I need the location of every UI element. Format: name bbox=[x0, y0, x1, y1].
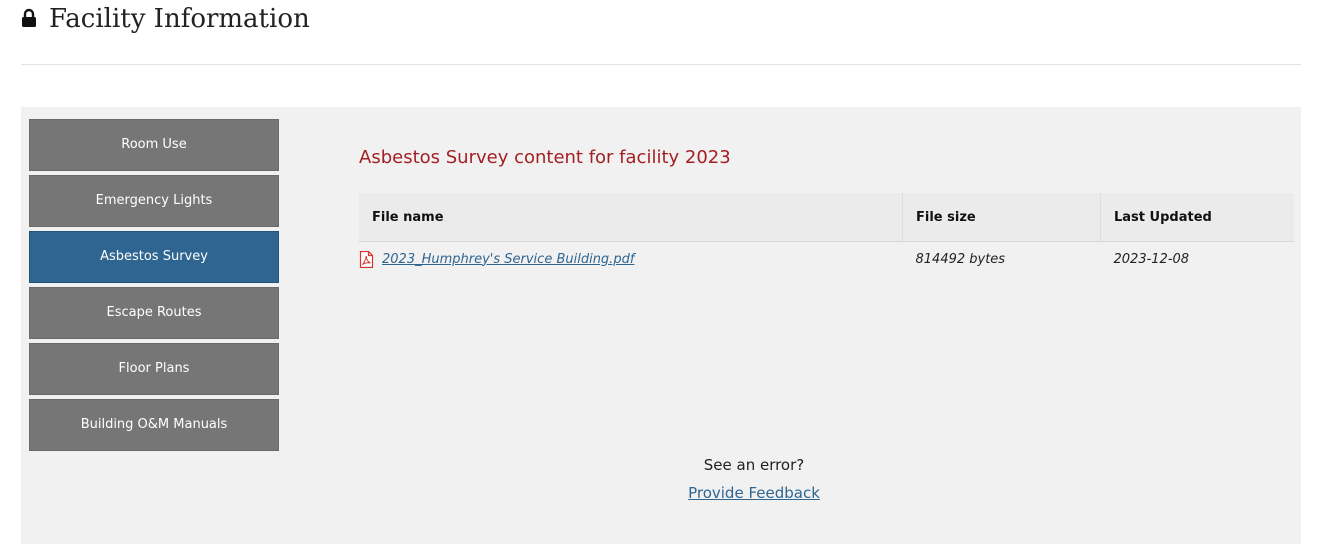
facility-panel: Room Use Emergency Lights Asbestos Surve… bbox=[21, 107, 1301, 544]
column-header-file-size: File size bbox=[902, 193, 1101, 242]
table-header-row: File name File size Last Updated bbox=[359, 193, 1294, 242]
sidebar-item-asbestos-survey[interactable]: Asbestos Survey bbox=[29, 231, 279, 283]
table-row: 2023_Humphrey's Service Building.pdf 814… bbox=[359, 242, 1294, 277]
sidebar-item-room-use[interactable]: Room Use bbox=[29, 119, 279, 171]
feedback-prompt: See an error? bbox=[703, 456, 805, 474]
page-title: Facility Information bbox=[49, 4, 310, 34]
sidebar-item-escape-routes[interactable]: Escape Routes bbox=[29, 287, 279, 339]
files-table: File name File size Last Updated 2023_Hu… bbox=[359, 193, 1294, 276]
page-header: Facility Information bbox=[21, 0, 1301, 65]
section-title: Asbestos Survey content for facility 202… bbox=[359, 147, 731, 168]
sidebar-item-emergency-lights[interactable]: Emergency Lights bbox=[29, 175, 279, 227]
column-header-last-updated: Last Updated bbox=[1100, 193, 1294, 242]
feedback-section: See an error? Provide Feedback bbox=[359, 455, 1149, 503]
sidebar-item-building-om-manuals[interactable]: Building O&M Manuals bbox=[29, 399, 279, 451]
sidebar-nav: Room Use Emergency Lights Asbestos Surve… bbox=[29, 119, 279, 455]
provide-feedback-link[interactable]: Provide Feedback bbox=[688, 483, 820, 503]
file-name-cell: 2023_Humphrey's Service Building.pdf bbox=[359, 242, 903, 277]
last-updated-cell: 2023-12-08 bbox=[1113, 251, 1190, 267]
main-content: Asbestos Survey content for facility 202… bbox=[359, 107, 1294, 544]
pdf-icon bbox=[359, 250, 374, 268]
sidebar-item-floor-plans[interactable]: Floor Plans bbox=[29, 343, 279, 395]
column-header-file-name: File name bbox=[359, 193, 903, 242]
file-size-cell: 814492 bytes bbox=[915, 251, 1006, 267]
lock-icon bbox=[21, 8, 37, 28]
file-download-link[interactable]: 2023_Humphrey's Service Building.pdf bbox=[382, 252, 634, 267]
